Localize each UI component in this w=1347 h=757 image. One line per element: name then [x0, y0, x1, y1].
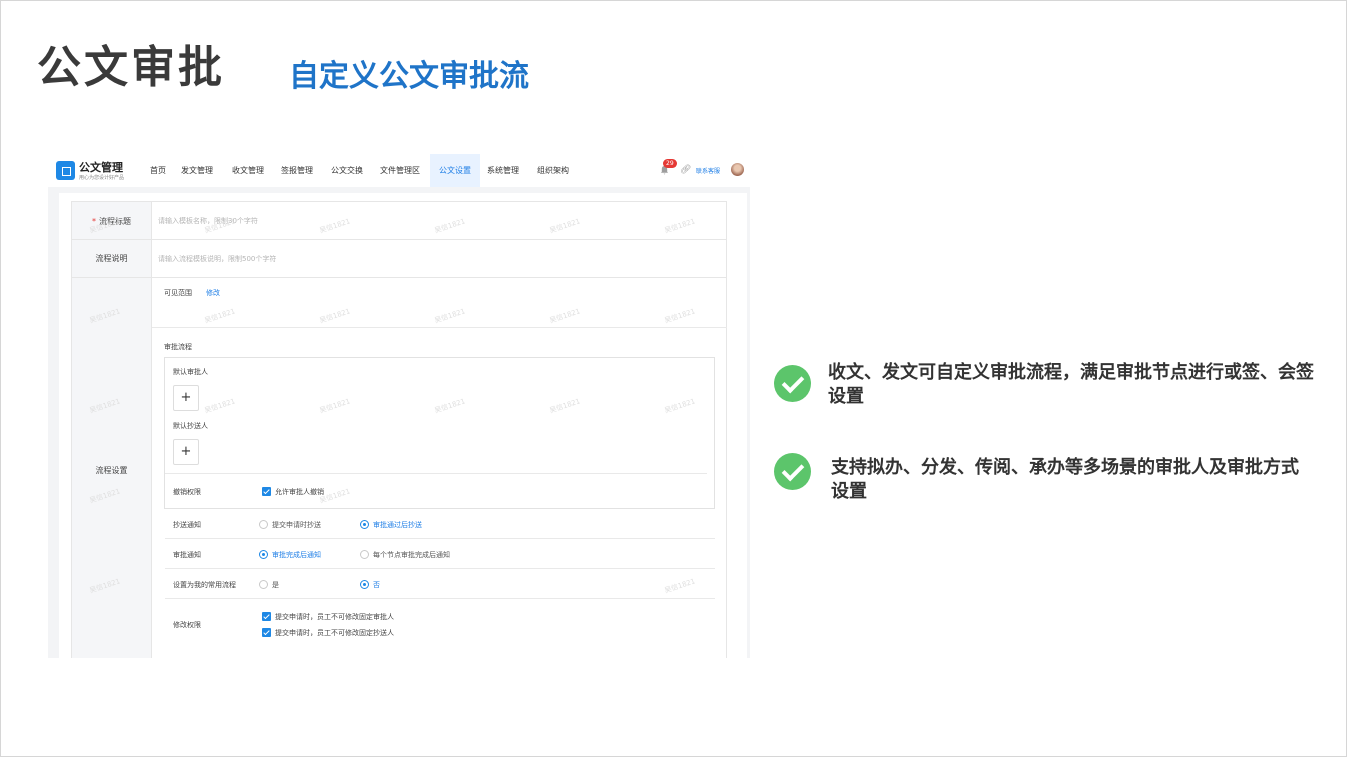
cc-notify-option-approved: 审批通过后抄送 — [373, 521, 422, 529]
nav-item-system[interactable]: 系统管理 — [484, 154, 522, 187]
nav-item-org[interactable]: 组织架构 — [534, 154, 572, 187]
common-flow-radio-yes[interactable] — [259, 580, 268, 589]
approval-flow-label: 审批流程 — [164, 343, 192, 351]
app-logo-icon — [56, 161, 75, 180]
check-circle-icon — [774, 453, 811, 490]
modify-label: 修改权限 — [173, 621, 201, 629]
default-approver-label: 默认审批人 — [173, 368, 208, 376]
notification-badge: 29 — [663, 159, 677, 168]
revoke-checkbox[interactable] — [262, 487, 271, 496]
approve-notify-label: 审批通知 — [173, 551, 201, 559]
flow-form: * 流程标题 请输入模板名称，限制30个字符 流程说明 请输入流程模板说明，限制5… — [59, 193, 747, 658]
revoke-label: 撤销权限 — [173, 488, 201, 496]
avatar[interactable] — [731, 163, 744, 176]
modify-cc-checkbox[interactable] — [262, 628, 271, 637]
cc-notify-radio-approved[interactable] — [360, 520, 369, 529]
nav-item-files[interactable]: 文件管理区 — [376, 154, 424, 187]
slide-title: 公文审批 — [37, 42, 225, 93]
divider — [152, 327, 727, 328]
approval-flow-box — [164, 357, 715, 509]
visible-scope-edit-link[interactable]: 修改 — [206, 288, 220, 298]
link-icon[interactable]: 🔗︎ — [680, 165, 691, 175]
revoke-option-label: 允许审批人撤销 — [275, 488, 324, 496]
slide-subtitle: 自定义公文审批流 — [289, 59, 529, 94]
modify-approver-option: 提交申请时，员工不可修改固定审批人 — [275, 613, 394, 621]
app-name: 公文管理 — [79, 161, 123, 174]
flow-settings-label: 流程设置 — [71, 278, 152, 658]
visible-scope-label: 可见范围 — [164, 289, 192, 297]
approve-notify-radio-each[interactable] — [360, 550, 369, 559]
cc-notify-option-submit: 提交申请时抄送 — [272, 521, 321, 529]
approve-notify-option-complete: 审批完成后通知 — [272, 551, 321, 559]
flow-desc-input[interactable]: 请输入流程模板说明，限制500个字符 — [152, 240, 727, 278]
flow-desc-label: 流程说明 — [71, 240, 152, 278]
top-nav: 公文管理 用心为您设计好产品 首页 发文管理 收文管理 签报管理 公文交换 文件… — [48, 154, 750, 187]
nav-item-exchange[interactable]: 公文交换 — [328, 154, 366, 187]
app-screenshot: 公文管理 用心为您设计好产品 首页 发文管理 收文管理 签报管理 公文交换 文件… — [48, 154, 750, 658]
add-cc-button[interactable]: + — [173, 439, 199, 465]
cc-notify-radio-submit[interactable] — [259, 520, 268, 529]
divider — [165, 538, 715, 539]
modify-approver-checkbox[interactable] — [262, 612, 271, 621]
add-approver-button[interactable]: + — [173, 385, 199, 411]
cc-notify-label: 抄送通知 — [173, 521, 201, 529]
approve-notify-radio-complete[interactable] — [259, 550, 268, 559]
common-flow-option-no: 否 — [373, 581, 380, 589]
default-cc-label: 默认抄送人 — [173, 422, 208, 430]
feature-text-2: 支持拟办、分发、传阅、承办等多场景的审批人及审批方式设置 — [831, 457, 1299, 502]
nav-item-settings[interactable]: 公文设置 — [430, 154, 480, 187]
nav-item-reports[interactable]: 签报管理 — [278, 154, 316, 187]
check-circle-icon — [774, 365, 811, 402]
common-flow-radio-no[interactable] — [360, 580, 369, 589]
nav-item-outgoing[interactable]: 发文管理 — [178, 154, 216, 187]
modify-cc-option: 提交申请时，员工不可修改固定抄送人 — [275, 629, 394, 637]
divider — [165, 598, 715, 599]
approve-notify-option-each: 每个节点审批完成后通知 — [373, 551, 450, 559]
nav-item-incoming[interactable]: 收文管理 — [229, 154, 267, 187]
divider — [165, 473, 707, 474]
common-flow-option-yes: 是 — [272, 581, 279, 589]
slide: 公文审批 自定义公文审批流 公文管理 用心为您设计好产品 首页 发文管理 收文管… — [0, 0, 1347, 757]
common-flow-label: 设置为我的常用流程 — [173, 581, 236, 589]
app-tagline: 用心为您设计好产品 — [79, 175, 125, 181]
nav-item-home[interactable]: 首页 — [144, 154, 172, 187]
contact-support-link[interactable]: 联系客服 — [696, 166, 720, 175]
feature-text-1: 收文、发文可自定义审批流程，满足审批节点进行或签、会签设置 — [828, 362, 1314, 407]
divider — [165, 568, 715, 569]
